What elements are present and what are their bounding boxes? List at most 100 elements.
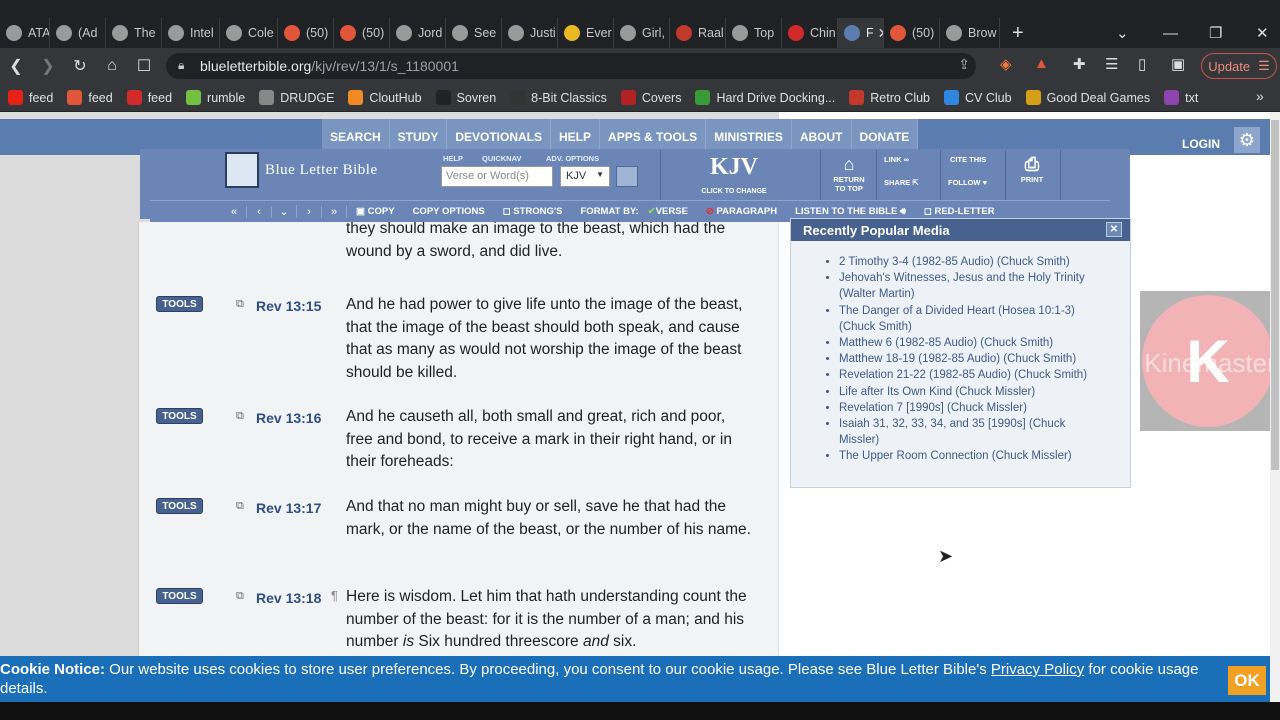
bookmark-item[interactable]: 8-Bit Classics bbox=[510, 90, 607, 105]
media-link[interactable]: Life after Its Own Kind (Chuck Missler) bbox=[839, 384, 1099, 400]
browser-tab[interactable]: (50) bbox=[278, 18, 334, 48]
bookmark-item[interactable]: Good Deal Games bbox=[1025, 90, 1150, 105]
browser-tab[interactable]: Ever bbox=[558, 18, 614, 48]
tab-search-icon[interactable]: ⌄ bbox=[1116, 18, 1129, 48]
settings-gear-icon[interactable]: ⚙ bbox=[1234, 127, 1260, 153]
verse-format-option[interactable]: ✔VERSE bbox=[648, 206, 697, 217]
bookmark-item[interactable]: Retro Club bbox=[849, 90, 930, 105]
update-button[interactable]: Update ☰ bbox=[1201, 53, 1277, 79]
browser-tab[interactable]: Top bbox=[726, 18, 782, 48]
browser-tab[interactable]: Jord bbox=[390, 18, 446, 48]
bookmark-item[interactable]: Hard Drive Docking... bbox=[695, 90, 835, 105]
wallet-icon[interactable]: ▣ bbox=[1171, 55, 1185, 73]
media-link[interactable]: Matthew 18-19 (1982-85 Audio) (Chuck Smi… bbox=[839, 351, 1099, 367]
reload-icon[interactable]: ↻ bbox=[64, 56, 96, 76]
last-chapter-icon[interactable]: » bbox=[322, 205, 347, 218]
brave-rewards-icon[interactable]: ▲ bbox=[1034, 55, 1049, 72]
copy-icon[interactable]: ⧉ bbox=[236, 500, 244, 513]
scrollbar-thumb[interactable] bbox=[1271, 120, 1279, 470]
close-icon[interactable]: ✕ bbox=[1106, 222, 1122, 237]
copy-icon[interactable]: ⧉ bbox=[236, 410, 244, 423]
cookie-ok-button[interactable]: OK bbox=[1228, 666, 1266, 695]
forward-icon[interactable]: ❯ bbox=[32, 56, 64, 76]
page-scrollbar[interactable] bbox=[1270, 112, 1280, 702]
bookmark-icon[interactable]: ☐ bbox=[128, 56, 160, 76]
media-link[interactable]: Revelation 7 [1990s] (Chuck Missler) bbox=[839, 400, 1099, 416]
browser-tab[interactable]: ATA bbox=[0, 18, 50, 48]
more-bookmarks-icon[interactable]: » bbox=[1256, 88, 1264, 104]
browser-tab[interactable]: (50) bbox=[884, 18, 940, 48]
prev-chapter-icon[interactable]: ‹ bbox=[247, 205, 272, 218]
next-chapter-icon[interactable]: › bbox=[297, 205, 322, 218]
home-icon[interactable]: ⌂ bbox=[96, 57, 128, 75]
verse-reference[interactable]: Rev 13:16 bbox=[256, 410, 321, 426]
browser-tab[interactable]: The bbox=[106, 18, 162, 48]
browser-tab[interactable]: F✕ bbox=[838, 18, 884, 48]
back-icon[interactable]: ❮ bbox=[0, 56, 32, 76]
cite-this-button[interactable]: CITE THIS bbox=[950, 155, 986, 164]
extensions-icon[interactable]: ✚ bbox=[1073, 55, 1086, 73]
sidebar-icon[interactable]: ▯ bbox=[1138, 55, 1146, 73]
verse-reference[interactable]: Rev 13:18 bbox=[256, 590, 321, 606]
bookmark-item[interactable]: Sovren bbox=[435, 90, 496, 105]
browser-tab[interactable]: (Ad bbox=[50, 18, 106, 48]
media-link[interactable]: Revelation 21-22 (1982-85 Audio) (Chuck … bbox=[839, 367, 1099, 383]
strongs-toggle[interactable]: ◻ STRONG'S bbox=[494, 206, 572, 217]
print-button[interactable]: ⎙ PRINT bbox=[1016, 154, 1048, 184]
browser-tab[interactable]: Raal bbox=[670, 18, 726, 48]
listen-button[interactable]: LISTEN TO THE BIBLE 🔊︎ bbox=[786, 206, 915, 217]
close-window-icon[interactable]: ✕ bbox=[1256, 18, 1269, 48]
chapter-menu-icon[interactable]: ⌄ bbox=[272, 205, 297, 218]
privacy-policy-link[interactable]: Privacy Policy bbox=[991, 661, 1084, 678]
minimize-icon[interactable]: — bbox=[1163, 18, 1178, 48]
paragraph-format-option[interactable]: ⊘ PARAGRAPH bbox=[697, 206, 786, 217]
share-icon[interactable]: ⇪ bbox=[958, 56, 970, 73]
verse-reference[interactable]: Rev 13:17 bbox=[256, 500, 321, 516]
tools-button[interactable]: TOOLS bbox=[156, 408, 203, 424]
login-link[interactable]: LOGIN bbox=[1182, 137, 1220, 151]
quicknav-label[interactable]: QUICKNAV bbox=[482, 154, 521, 163]
browser-tab[interactable]: Brow bbox=[940, 18, 1000, 48]
restore-icon[interactable]: ❐ bbox=[1209, 18, 1222, 48]
bookmark-item[interactable]: CV Club bbox=[944, 90, 1012, 105]
media-link[interactable]: Isaiah 31, 32, 33, 34, and 35 [1990s] (C… bbox=[839, 416, 1099, 448]
media-link[interactable]: 2 Timothy 3-4 (1982-85 Audio) (Chuck Smi… bbox=[839, 254, 1099, 270]
bookmark-item[interactable]: feed bbox=[8, 90, 53, 105]
bookmark-item[interactable]: rumble bbox=[186, 90, 245, 105]
browser-tab[interactable]: Cole bbox=[220, 18, 278, 48]
copy-options-button[interactable]: COPY OPTIONS bbox=[404, 206, 494, 217]
bookmark-item[interactable]: DRUDGE bbox=[259, 90, 334, 105]
media-link[interactable]: Matthew 6 (1982-85 Audio) (Chuck Smith) bbox=[839, 335, 1099, 351]
playlist-icon[interactable]: ☰ bbox=[1105, 55, 1118, 73]
browser-tab[interactable]: Justi bbox=[502, 18, 558, 48]
tools-button[interactable]: TOOLS bbox=[156, 498, 203, 514]
media-link[interactable]: Jehovah's Witnesses, Jesus and the Holy … bbox=[839, 270, 1099, 302]
adv-options-label[interactable]: ADV. OPTIONS bbox=[546, 154, 599, 163]
tools-button[interactable]: TOOLS bbox=[156, 296, 203, 312]
verse-reference[interactable]: Rev 13:15 bbox=[256, 298, 321, 314]
share-button[interactable]: SHARE ⇱ bbox=[884, 178, 919, 187]
bookmark-item[interactable]: txt bbox=[1164, 90, 1198, 105]
media-link[interactable]: The Danger of a Divided Heart (Hosea 10:… bbox=[839, 303, 1099, 335]
red-letter-toggle[interactable]: ◻ RED-LETTER bbox=[915, 206, 1004, 217]
browser-tab[interactable]: Intel bbox=[162, 18, 220, 48]
first-chapter-icon[interactable]: « bbox=[222, 205, 247, 218]
site-logo[interactable]: Blue Letter Bible bbox=[225, 152, 378, 188]
browser-tab[interactable]: See bbox=[446, 18, 502, 48]
follow-button[interactable]: FOLLOW ♥ bbox=[948, 178, 987, 187]
copy-icon[interactable]: ⧉ bbox=[236, 590, 244, 603]
browser-tab[interactable]: Chin bbox=[782, 18, 838, 48]
tools-button[interactable]: TOOLS bbox=[156, 588, 203, 604]
help-label[interactable]: HELP bbox=[443, 154, 463, 163]
new-tab-icon[interactable]: + bbox=[1012, 22, 1024, 45]
bookmark-item[interactable]: CloutHub bbox=[348, 90, 422, 105]
media-link[interactable]: The Upper Room Connection (Chuck Missler… bbox=[839, 448, 1099, 464]
search-go-button[interactable] bbox=[616, 166, 638, 187]
browser-tab[interactable]: (50) bbox=[334, 18, 390, 48]
address-bar[interactable]: 🔒︎ blueletterbible.org/kjv/rev/13/1/s_11… bbox=[166, 53, 976, 79]
copy-button[interactable]: ▣ COPY bbox=[347, 206, 404, 217]
link-button[interactable]: LINK ∞ bbox=[884, 155, 909, 164]
browser-tab[interactable]: Girl, bbox=[614, 18, 670, 48]
bookmark-item[interactable]: feed bbox=[67, 90, 113, 105]
bookmark-item[interactable]: feed bbox=[126, 90, 172, 105]
